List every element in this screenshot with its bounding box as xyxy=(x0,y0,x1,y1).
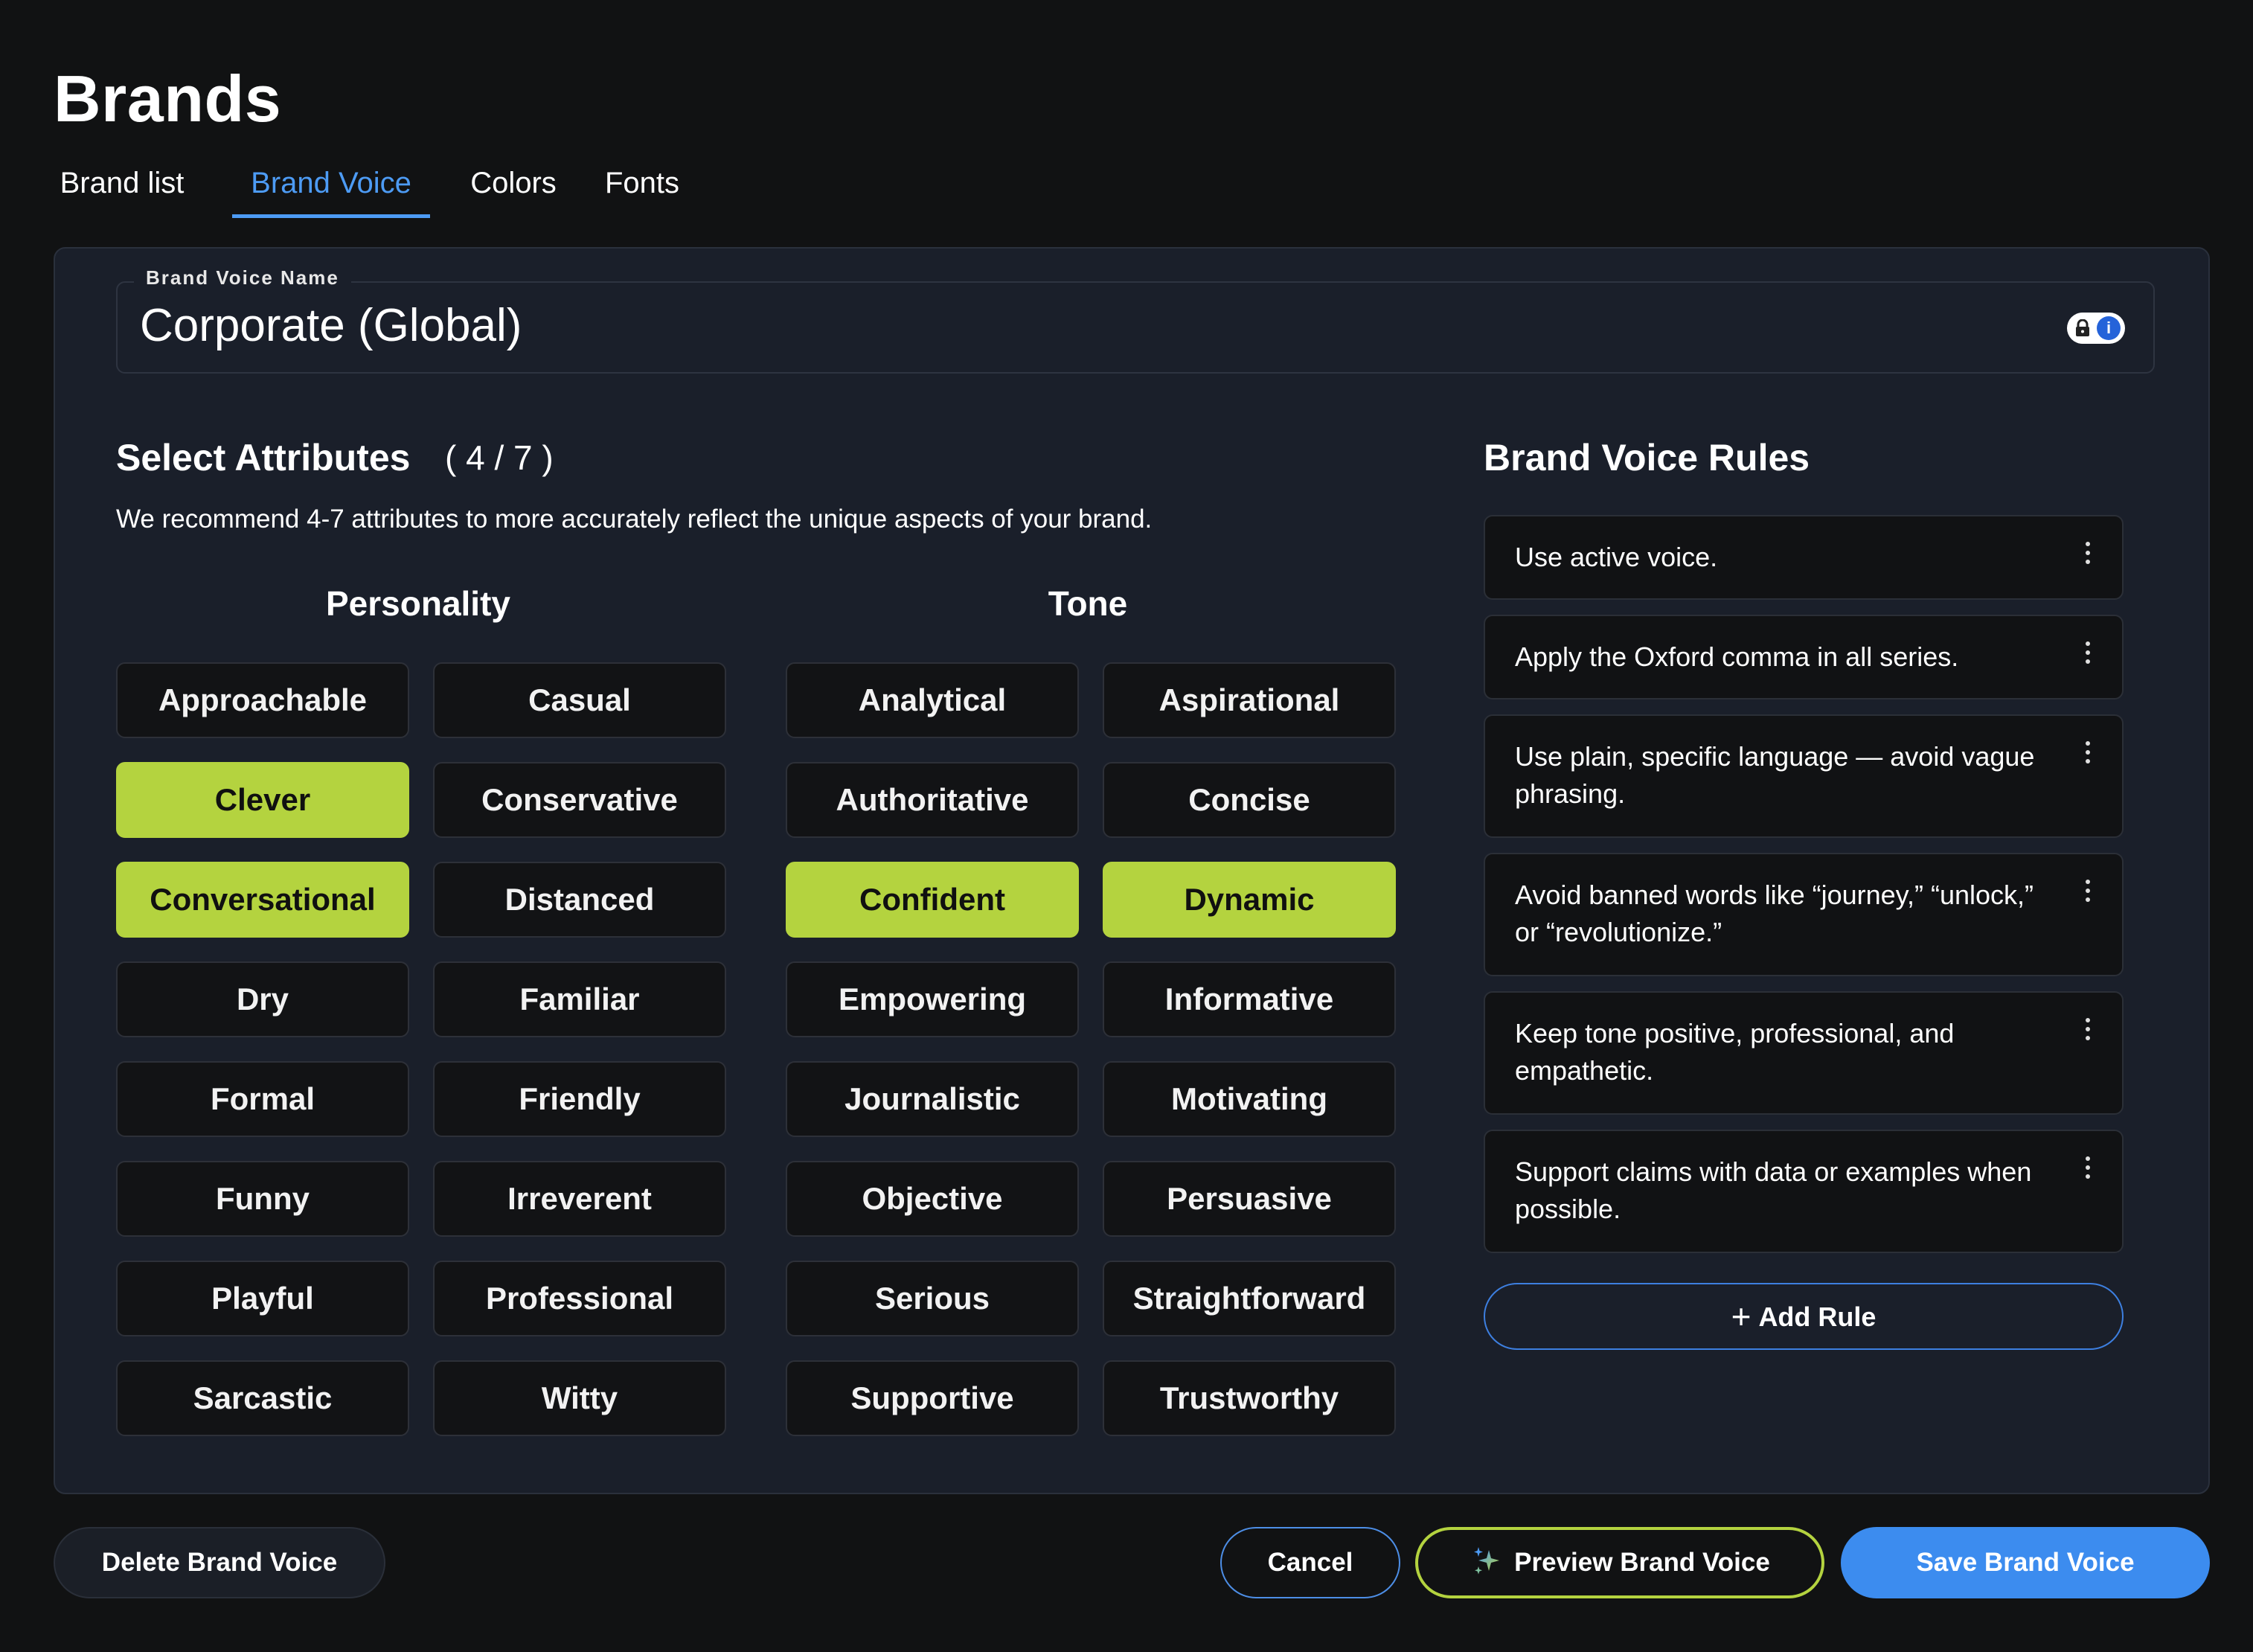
rule-text: Apply the Oxford comma in all series. xyxy=(1515,641,1959,672)
password-manager-badge[interactable]: i xyxy=(2067,313,2125,344)
attribute-chip-formal[interactable]: Formal xyxy=(116,1061,409,1137)
attribute-chip-irreverent[interactable]: Irreverent xyxy=(433,1161,726,1237)
attribute-chip-straightforward[interactable]: Straightforward xyxy=(1103,1261,1396,1336)
attribute-chip-informative[interactable]: Informative xyxy=(1103,961,1396,1037)
attribute-chip-empowering[interactable]: Empowering xyxy=(786,961,1079,1037)
rule-text: Use active voice. xyxy=(1515,542,1718,572)
attribute-chip-analytical[interactable]: Analytical xyxy=(786,662,1079,738)
info-icon: i xyxy=(2097,316,2121,340)
more-vertical-icon[interactable] xyxy=(2083,641,2092,667)
preview-brand-voice-button[interactable]: Preview Brand Voice xyxy=(1415,1527,1824,1598)
attribute-chip-funny[interactable]: Funny xyxy=(116,1161,409,1237)
attribute-chip-witty[interactable]: Witty xyxy=(433,1360,726,1436)
more-vertical-icon[interactable] xyxy=(2083,880,2092,905)
brand-voice-name-field[interactable]: Brand Voice Name Corporate (Global) i xyxy=(116,266,2155,374)
attribute-chip-casual[interactable]: Casual xyxy=(433,662,726,738)
brand-voice-rules-title: Brand Voice Rules xyxy=(1484,437,1810,478)
more-vertical-icon[interactable] xyxy=(2083,1018,2092,1043)
attribute-chip-conversational[interactable]: Conversational xyxy=(116,862,409,938)
attribute-chip-sarcastic[interactable]: Sarcastic xyxy=(116,1360,409,1436)
attribute-chip-persuasive[interactable]: Persuasive xyxy=(1103,1161,1396,1237)
attribute-chip-journalistic[interactable]: Journalistic xyxy=(786,1061,1079,1137)
tab-brand-list[interactable]: Brand list xyxy=(55,162,189,214)
attribute-chip-authoritative[interactable]: Authoritative xyxy=(786,762,1079,838)
attribute-chip-distanced[interactable]: Distanced xyxy=(433,862,726,938)
brand-voice-card: Brand Voice Name Corporate (Global) i Se… xyxy=(54,247,2210,1494)
rule-item[interactable]: Use active voice. xyxy=(1484,515,2124,600)
rule-item[interactable]: Support claims with data or examples whe… xyxy=(1484,1130,2124,1253)
tone-heading: Tone xyxy=(1048,584,1128,623)
add-rule-button[interactable]: + Add Rule xyxy=(1484,1283,2124,1350)
tab-colors[interactable]: Colors xyxy=(461,162,565,214)
attribute-chip-friendly[interactable]: Friendly xyxy=(433,1061,726,1137)
attribute-chip-professional[interactable]: Professional xyxy=(433,1261,726,1336)
attribute-chip-serious[interactable]: Serious xyxy=(786,1261,1079,1336)
attribute-chip-conservative[interactable]: Conservative xyxy=(433,762,726,838)
attribute-chip-trustworthy[interactable]: Trustworthy xyxy=(1103,1360,1396,1436)
preview-brand-voice-label: Preview Brand Voice xyxy=(1514,1548,1770,1577)
save-brand-voice-button[interactable]: Save Brand Voice xyxy=(1841,1527,2210,1598)
add-rule-label: Add Rule xyxy=(1758,1302,1877,1332)
rule-text: Keep tone positive, professional, and em… xyxy=(1515,1018,1955,1086)
attribute-chip-clever[interactable]: Clever xyxy=(116,762,409,838)
attribute-chip-dry[interactable]: Dry xyxy=(116,961,409,1037)
brand-voice-name-input[interactable]: Corporate (Global) xyxy=(140,299,522,352)
attribute-chip-aspirational[interactable]: Aspirational xyxy=(1103,662,1396,738)
cancel-button[interactable]: Cancel xyxy=(1220,1527,1400,1598)
attribute-chip-familiar[interactable]: Familiar xyxy=(433,961,726,1037)
rule-text: Support claims with data or examples whe… xyxy=(1515,1156,2032,1224)
delete-brand-voice-button[interactable]: Delete Brand Voice xyxy=(54,1527,385,1598)
rule-text: Avoid banned words like “journey,” “unlo… xyxy=(1515,880,2034,947)
attribute-chip-dynamic[interactable]: Dynamic xyxy=(1103,862,1396,938)
attribute-chip-objective[interactable]: Objective xyxy=(786,1161,1079,1237)
lock-icon xyxy=(2076,319,2089,336)
page-title: Brands xyxy=(54,62,282,135)
tab-brand-voice[interactable]: Brand Voice xyxy=(232,162,430,218)
brand-voice-name-label: Brand Voice Name xyxy=(134,266,351,289)
attribute-chip-playful[interactable]: Playful xyxy=(116,1261,409,1336)
rule-item[interactable]: Keep tone positive, professional, and em… xyxy=(1484,991,2124,1115)
personality-heading: Personality xyxy=(326,584,510,623)
rule-item[interactable]: Use plain, specific language — avoid vag… xyxy=(1484,714,2124,838)
more-vertical-icon[interactable] xyxy=(2083,542,2092,567)
select-attributes-title: Select Attributes xyxy=(116,437,411,478)
attribute-chip-approachable[interactable]: Approachable xyxy=(116,662,409,738)
attribute-count: ( 4 / 7 ) xyxy=(445,438,554,477)
tab-fonts[interactable]: Fonts xyxy=(594,162,690,214)
plus-icon: + xyxy=(1731,1297,1752,1336)
more-vertical-icon[interactable] xyxy=(2083,1156,2092,1182)
attribute-chip-concise[interactable]: Concise xyxy=(1103,762,1396,838)
rule-item[interactable]: Apply the Oxford comma in all series. xyxy=(1484,615,2124,699)
attributes-description: We recommend 4-7 attributes to more accu… xyxy=(116,505,1153,534)
rule-item[interactable]: Avoid banned words like “journey,” “unlo… xyxy=(1484,853,2124,976)
sparkle-icon xyxy=(1474,1547,1500,1575)
rule-text: Use plain, specific language — avoid vag… xyxy=(1515,741,2035,809)
attribute-chip-motivating[interactable]: Motivating xyxy=(1103,1061,1396,1137)
more-vertical-icon[interactable] xyxy=(2083,741,2092,766)
attribute-chip-supportive[interactable]: Supportive xyxy=(786,1360,1079,1436)
attribute-chip-confident[interactable]: Confident xyxy=(786,862,1079,938)
